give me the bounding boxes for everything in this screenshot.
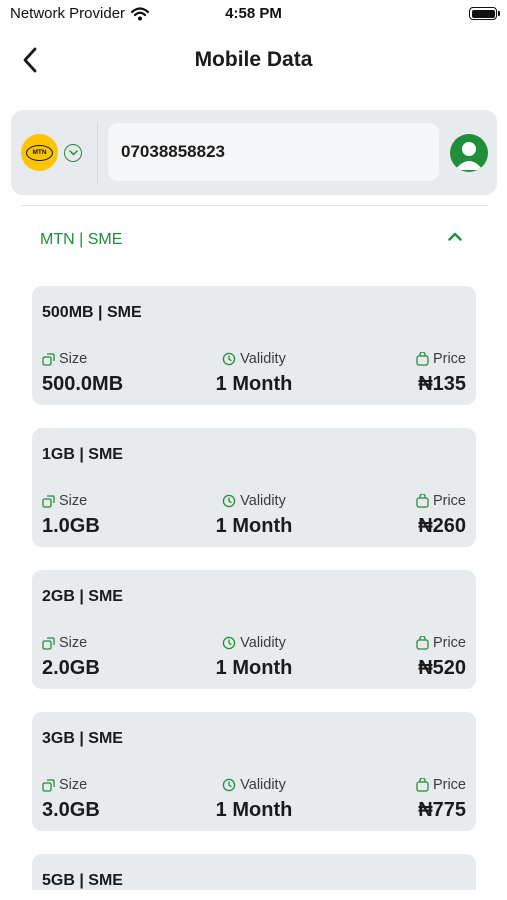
section-divider <box>21 205 488 206</box>
price-tag-icon <box>416 778 429 792</box>
chevron-up-icon <box>448 232 462 241</box>
recipient-card: MTN <box>11 110 497 195</box>
plan-price: Price ₦260 <box>416 492 466 538</box>
phone-number-input[interactable] <box>108 123 439 181</box>
plan-price: Price ₦135 <box>416 350 466 396</box>
plan-price: Price ₦520 <box>416 634 466 680</box>
battery-icon <box>469 7 500 20</box>
plan-name: 1GB | SME <box>42 446 123 463</box>
validity-value: 1 Month <box>215 657 293 679</box>
validity-label: Validity <box>240 493 286 509</box>
price-label: Price <box>432 635 466 651</box>
plan-validity: Validity 1 Month <box>32 634 476 680</box>
plan-name: 2GB | SME <box>42 588 123 605</box>
network-selector[interactable]: MTN <box>21 134 82 171</box>
validity-label: Validity <box>240 635 286 651</box>
price-label: Price <box>432 493 466 509</box>
validity-value: 1 Month <box>215 373 293 395</box>
mtn-logo: MTN <box>21 134 58 171</box>
plan-price: Price ₦775 <box>416 776 466 822</box>
price-tag-icon <box>416 494 429 508</box>
plan-name: 500MB | SME <box>42 304 142 321</box>
user-avatar-icon <box>455 142 483 170</box>
price-label: Price <box>432 351 466 367</box>
vertical-divider <box>97 122 98 183</box>
contact-picker-button[interactable] <box>450 134 488 172</box>
clock-icon <box>222 778 236 792</box>
clock-icon <box>222 352 236 366</box>
validity-label: Validity <box>240 777 286 793</box>
plan-validity: Validity 1 Month <box>32 776 476 822</box>
mtn-logo-text: MTN <box>32 149 47 156</box>
plan-validity: Validity 1 Month <box>32 350 476 396</box>
plan-card[interactable]: 500MB | SME Size 500.0MB Validity 1 Mont… <box>32 286 476 405</box>
price-value: ₦520 <box>418 657 466 679</box>
price-value: ₦135 <box>418 373 466 395</box>
plan-group-title: MTN | SME <box>40 231 123 248</box>
validity-label: Validity <box>240 351 286 367</box>
chevron-down-circle-icon <box>64 143 82 162</box>
price-value: ₦775 <box>418 799 466 821</box>
page-title: Mobile Data <box>194 48 313 71</box>
validity-value: 1 Month <box>215 799 293 821</box>
validity-value: 1 Month <box>215 515 293 537</box>
plan-card[interactable]: 3GB | SME Size 3.0GB Validity 1 Month Pr… <box>32 712 476 831</box>
clock-icon <box>222 494 236 508</box>
plan-name: 5GB | SME <box>42 872 123 889</box>
price-value: ₦260 <box>418 515 466 537</box>
plan-name: 3GB | SME <box>42 730 123 747</box>
plan-card[interactable]: 1GB | SME Size 1.0GB Validity 1 Month Pr… <box>32 428 476 547</box>
plan-validity: Validity 1 Month <box>32 492 476 538</box>
price-tag-icon <box>416 636 429 650</box>
status-bar: Network Provider 4:58 PM <box>0 0 507 28</box>
clock-icon <box>222 636 236 650</box>
plan-card[interactable]: 5GB | SME <box>32 854 476 890</box>
status-time: 4:58 PM <box>225 5 282 22</box>
price-tag-icon <box>416 352 429 366</box>
app-header: Mobile Data <box>0 40 507 80</box>
plan-group-header[interactable]: MTN | SME <box>21 222 488 258</box>
plan-card[interactable]: 2GB | SME Size 2.0GB Validity 1 Month Pr… <box>32 570 476 689</box>
price-label: Price <box>432 777 466 793</box>
